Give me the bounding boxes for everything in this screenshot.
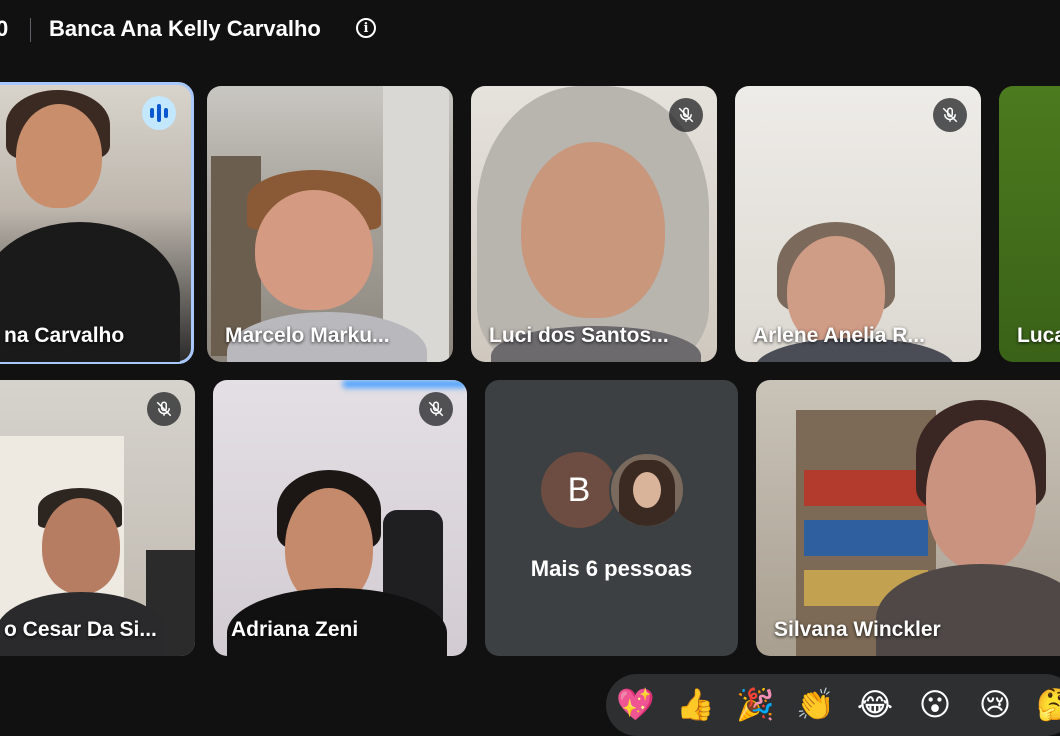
avatar: B — [541, 452, 617, 528]
info-icon[interactable]: i — [356, 18, 376, 38]
laughing-reaction[interactable]: 😂 — [856, 686, 894, 724]
mic-off-icon — [419, 392, 453, 426]
participant-name: na Carvalho — [4, 324, 125, 347]
participant-name: Marcelo Marku... — [225, 324, 390, 347]
participant-tile-silvana[interactable]: Silvana Winckler — [756, 380, 1060, 656]
surprised-reaction[interactable]: 😮 — [916, 686, 954, 724]
avatar — [609, 452, 685, 528]
participant-tile-luci[interactable]: Luci dos Santos... — [471, 86, 717, 362]
mic-off-icon — [933, 98, 967, 132]
participant-tile-arlene[interactable]: Arlene Anelia R... — [735, 86, 981, 362]
speaking-indicator-icon — [142, 96, 176, 130]
thumbs-up-reaction[interactable]: 👍 — [676, 686, 715, 724]
header-divider — [30, 18, 31, 42]
crying-reaction[interactable]: 😢 — [976, 686, 1014, 724]
participant-name: Adriana Zeni — [231, 618, 359, 641]
sparkling-heart-reaction[interactable]: 💖 — [616, 686, 655, 724]
participant-name: Luca — [1017, 324, 1060, 347]
thinking-reaction[interactable]: 🤔 — [1036, 686, 1060, 724]
participant-name: Silvana Winckler — [774, 618, 941, 641]
participant-tile-marcelo[interactable]: Marcelo Marku... — [207, 86, 453, 362]
more-people-tile[interactable]: B Mais 6 pessoas — [485, 380, 738, 656]
reactions-bar: 💖 👍 🎉 👏 😂 😮 😢 🤔 — [606, 674, 1060, 736]
participant-tile-cesar[interactable]: o Cesar Da Si... — [0, 380, 195, 656]
participant-name: Luci dos Santos... — [489, 324, 669, 347]
meeting-header: 0 Banca Ana Kelly Carvalho i — [0, 0, 1060, 60]
mic-off-icon — [669, 98, 703, 132]
meeting-time: 0 — [0, 16, 9, 41]
participant-tile-ana[interactable]: na Carvalho — [0, 82, 194, 364]
participant-tile-luca[interactable]: Luca — [999, 86, 1060, 362]
participant-tile-adriana[interactable]: Adriana Zeni — [213, 380, 467, 656]
participant-name: Arlene Anelia R... — [753, 324, 925, 347]
participant-name: o Cesar Da Si... — [4, 618, 157, 641]
party-popper-reaction[interactable]: 🎉 — [736, 686, 775, 724]
mic-off-icon — [147, 392, 181, 426]
clapping-reaction[interactable]: 👏 — [796, 686, 835, 724]
more-people-label: Mais 6 pessoas — [530, 556, 693, 581]
meeting-title: Banca Ana Kelly Carvalho — [49, 16, 321, 41]
